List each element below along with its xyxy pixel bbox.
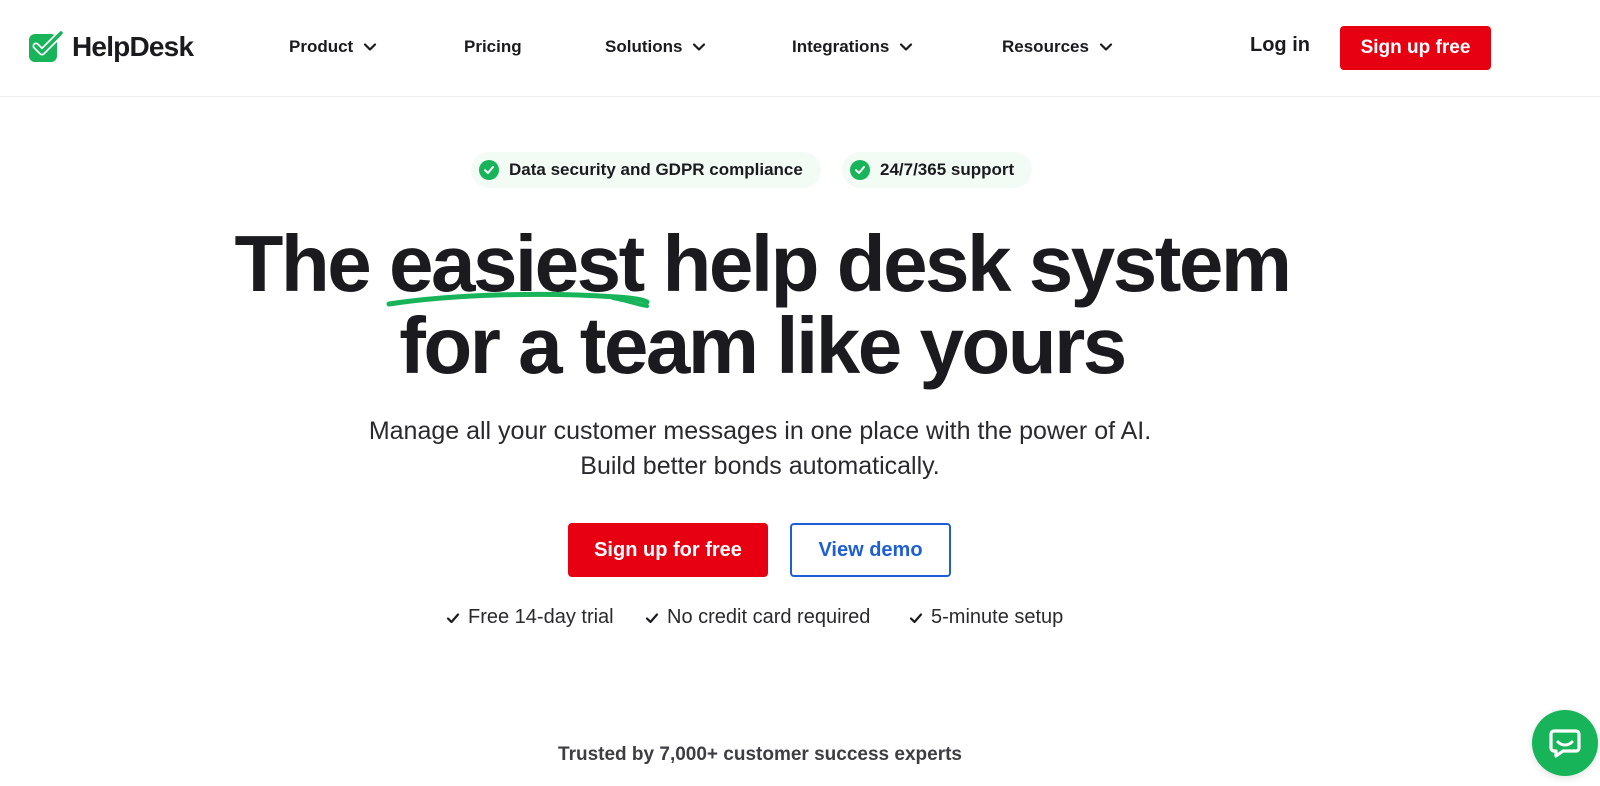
- nav-solutions-label: Solutions: [605, 37, 683, 56]
- perk-trial-label: Free 14-day trial: [468, 606, 614, 628]
- hero-headline-line1: The easiest help desk system: [0, 224, 1562, 308]
- logo-check-icon: [29, 30, 64, 62]
- check-circle-icon: [479, 160, 499, 180]
- check-icon: [446, 612, 460, 623]
- support-badge: 24/7/365 support: [842, 152, 1033, 188]
- perk-no-card: No credit card required: [645, 606, 870, 629]
- perk-trial: Free 14-day trial: [446, 606, 614, 629]
- signup-free-button[interactable]: Sign up free: [1340, 26, 1491, 70]
- check-circle-icon: [850, 160, 870, 180]
- check-icon: [645, 612, 659, 623]
- chevron-down-icon: [1099, 43, 1113, 51]
- perk-no-card-label: No credit card required: [667, 606, 871, 628]
- logo-wordmark: HelpDesk: [72, 30, 194, 62]
- nav-resources-label: Resources: [1002, 37, 1089, 56]
- perk-setup: 5-minute setup: [909, 606, 1063, 629]
- chat-bubble-icon: [1549, 729, 1581, 758]
- check-icon: [909, 612, 923, 623]
- nav-product[interactable]: Product: [289, 36, 377, 58]
- nav-resources[interactable]: Resources: [1002, 36, 1113, 58]
- nav-product-label: Product: [289, 37, 354, 56]
- hero-subtitle-2: Build better bonds automatically.: [580, 452, 940, 480]
- chat-widget-button[interactable]: [1532, 710, 1598, 776]
- perk-setup-label: 5-minute setup: [931, 606, 1064, 628]
- site-header: HelpDesk Product Pricing Solutions Integ…: [0, 0, 1600, 97]
- nav-solutions[interactable]: Solutions: [605, 36, 706, 58]
- nav-integrations[interactable]: Integrations: [792, 36, 913, 58]
- headline-rest: help desk system: [662, 219, 1293, 308]
- security-badge: Data security and GDPR compliance: [471, 152, 821, 188]
- chevron-down-icon: [693, 43, 706, 51]
- login-link[interactable]: Log in: [1250, 34, 1310, 57]
- view-demo-button[interactable]: View demo: [790, 523, 951, 577]
- hero-headline-line2: for a team like yours: [399, 301, 1127, 390]
- helpdesk-logo[interactable]: HelpDesk: [28, 30, 194, 63]
- nav-integrations-label: Integrations: [792, 37, 890, 56]
- chevron-down-icon: [364, 43, 377, 51]
- hero-subtitle-1: Manage all your customer messages in one…: [368, 417, 1152, 445]
- nav-pricing-label: Pricing: [464, 37, 522, 56]
- chevron-down-icon: [900, 43, 913, 51]
- trusted-by-text: Trusted by 7,000+ customer success exper…: [558, 744, 962, 765]
- support-badge-label: 24/7/365 support: [880, 160, 1015, 179]
- headline-emphasis: easiest: [386, 224, 650, 308]
- nav-pricing[interactable]: Pricing: [464, 36, 522, 58]
- signup-for-free-button[interactable]: Sign up for free: [568, 523, 768, 577]
- security-badge-label: Data security and GDPR compliance: [509, 160, 803, 179]
- headline-word-the: The: [234, 219, 371, 308]
